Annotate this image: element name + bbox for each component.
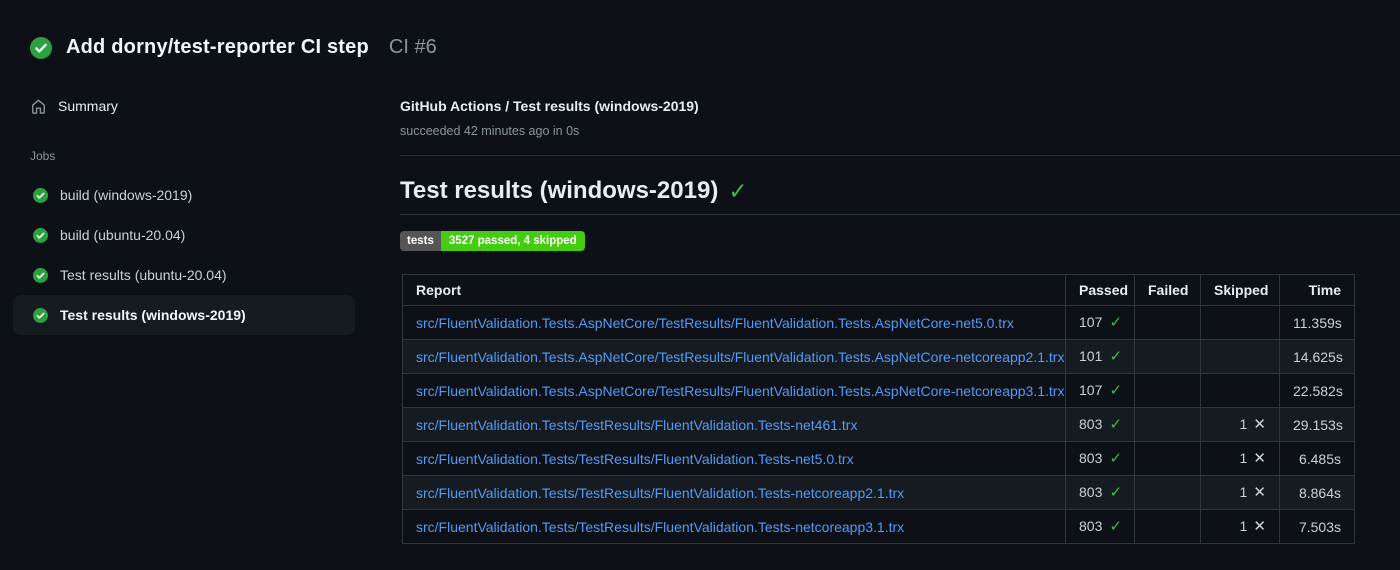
badge-label: tests (400, 231, 441, 251)
passed-count: 803 (1079, 450, 1103, 466)
time-value: 8.864s (1298, 484, 1341, 501)
main-content: GitHub Actions / Test results (windows-2… (400, 64, 1400, 544)
job-label: Test results (windows-2019) (60, 307, 246, 323)
skipped-count: 1 (1239, 484, 1248, 500)
report-link[interactable]: src/FluentValidation.Tests/TestResults/F… (416, 519, 904, 535)
time-value: 11.359s (1293, 314, 1342, 331)
jobs-heading: Jobs (30, 149, 56, 163)
time-value: 22.582s (1293, 382, 1343, 399)
test-results-table: Report Passed Failed Skipped Time src/Fluent… (402, 274, 1355, 544)
table-row: src/FluentValidation.Tests.AspNetCore/Te… (402, 373, 1355, 408)
check-icon: ✓ (728, 178, 748, 204)
skipped-count: 1 (1239, 416, 1248, 432)
run-header: Add dorny/test-reporter CI step CI #6 (0, 0, 1400, 64)
table-row: src/FluentValidation.Tests/TestResults/F… (402, 441, 1355, 476)
cross-icon: ✕ (1249, 518, 1266, 535)
check-icon: ✓ (1105, 416, 1123, 433)
check-circle-icon (33, 307, 48, 323)
run-status-line: succeeded 42 minutes ago in 0s (400, 124, 580, 138)
check-icon: ✓ (1105, 382, 1123, 399)
column-header: Report (402, 274, 1066, 306)
time-value: 6.485s (1298, 450, 1341, 467)
divider (400, 155, 1400, 156)
table-row: src/FluentValidation.Tests/TestResults/F… (402, 475, 1355, 510)
cross-icon: ✕ (1249, 416, 1266, 433)
passed-count: 803 (1079, 416, 1103, 432)
sidebar-job-item[interactable]: Test results (windows-2019) (13, 295, 355, 335)
report-link[interactable]: src/FluentValidation.Tests/TestResults/F… (416, 451, 854, 467)
time-value: 14.625s (1293, 348, 1343, 365)
job-label: build (windows-2019) (60, 187, 193, 203)
table-row: src/FluentValidation.Tests/TestResults/F… (402, 407, 1355, 442)
column-header: Skipped (1200, 274, 1280, 306)
sidebar-job-item[interactable]: build (ubuntu-20.04) (13, 215, 355, 255)
sidebar-job-item[interactable]: build (windows-2019) (13, 175, 355, 215)
report-link[interactable]: src/FluentValidation.Tests.AspNetCore/Te… (416, 383, 1064, 399)
check-circle-icon (33, 267, 48, 283)
time-value: 7.503s (1298, 518, 1341, 535)
report-link[interactable]: src/FluentValidation.Tests/TestResults/F… (416, 417, 857, 433)
run-number: CI #6 (388, 36, 437, 58)
report-link[interactable]: src/FluentValidation.Tests/TestResults/F… (416, 485, 904, 501)
passed-count: 107 (1079, 382, 1103, 398)
check-icon: ✓ (1105, 518, 1123, 535)
column-header: Failed (1134, 274, 1201, 306)
table-row: src/FluentValidation.Tests/TestResults/F… (402, 509, 1355, 544)
passed-count: 101 (1079, 348, 1103, 364)
check-icon: ✓ (1105, 484, 1123, 501)
jobs-list: build (windows-2019) build (ubuntu-20.04… (13, 175, 376, 335)
cross-icon: ✕ (1249, 484, 1266, 501)
job-label: build (ubuntu-20.04) (60, 227, 186, 243)
check-circle-icon (30, 36, 52, 59)
table-header-row: Report Passed Failed Skipped Time (402, 274, 1355, 306)
skipped-count: 1 (1239, 518, 1248, 534)
section-heading: Test results (windows-2019) ✓ (400, 177, 1400, 215)
sidebar-item-summary[interactable]: Summary (30, 97, 376, 115)
check-icon: ✓ (1105, 348, 1123, 365)
table-row: src/FluentValidation.Tests.AspNetCore/Te… (402, 339, 1355, 374)
run-title: Add dorny/test-reporter CI step (66, 36, 369, 58)
table-row: src/FluentValidation.Tests.AspNetCore/Te… (402, 305, 1355, 340)
passed-count: 803 (1079, 484, 1103, 500)
check-circle-icon (33, 187, 48, 203)
check-run-breadcrumb: GitHub Actions / Test results (windows-2… (400, 98, 699, 114)
passed-count: 107 (1079, 314, 1103, 330)
check-icon: ✓ (1105, 314, 1123, 331)
skipped-count: 1 (1239, 450, 1248, 466)
column-header: Time (1279, 274, 1355, 306)
tests-badge: tests 3527 passed, 4 skipped (400, 231, 585, 251)
home-icon (30, 98, 47, 115)
time-value: 29.153s (1293, 416, 1343, 433)
report-link[interactable]: src/FluentValidation.Tests.AspNetCore/Te… (416, 315, 1014, 331)
passed-count: 803 (1079, 518, 1103, 534)
cross-icon: ✕ (1249, 450, 1266, 467)
sidebar-item-label: Summary (58, 98, 118, 114)
sidebar-job-item[interactable]: Test results (ubuntu-20.04) (13, 255, 355, 295)
sidebar: Summary Jobs build (windows-2019) build … (0, 64, 400, 335)
section-title: Test results (windows-2019) (400, 177, 719, 204)
job-label: Test results (ubuntu-20.04) (60, 267, 227, 283)
badge-value: 3527 passed, 4 skipped (440, 231, 585, 251)
check-circle-icon (33, 227, 48, 243)
check-icon: ✓ (1105, 450, 1123, 467)
table-body: src/FluentValidation.Tests.AspNetCore/Te… (402, 305, 1355, 544)
column-header: Passed (1065, 274, 1135, 306)
report-link[interactable]: src/FluentValidation.Tests.AspNetCore/Te… (416, 349, 1064, 365)
